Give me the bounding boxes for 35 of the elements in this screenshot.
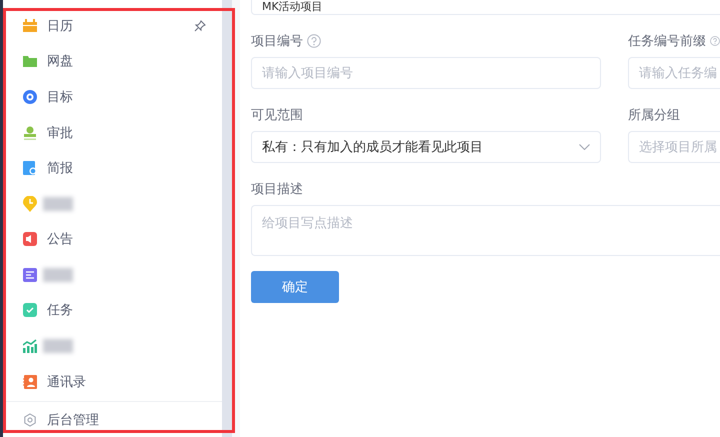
sidebar-item[interactable]: 简报	[3, 150, 222, 186]
select-field[interactable]: 私有：只有加入的成员才能看见此项目	[251, 131, 601, 163]
blurred-label	[43, 196, 73, 211]
location-pin-icon	[23, 196, 37, 212]
list-icon	[23, 268, 37, 282]
stamp-icon	[23, 126, 37, 140]
sidebar-item[interactable]: 任务	[3, 292, 222, 328]
blurred-label	[43, 268, 73, 282]
settings-icon	[23, 412, 37, 427]
target-icon	[23, 90, 37, 104]
help-icon[interactable]	[710, 34, 720, 48]
speaker-icon	[23, 232, 37, 246]
folder-icon	[23, 55, 37, 68]
sidebar-item[interactable]: 公告	[3, 221, 222, 258]
blurred-label	[43, 338, 73, 353]
field-label: 任务编号前缀	[628, 33, 706, 50]
sidebar-item[interactable]: 通讯录	[3, 364, 222, 400]
field-label: 项目描述	[251, 181, 303, 198]
calendar-icon	[23, 19, 37, 32]
help-icon[interactable]	[307, 34, 321, 48]
field-label: 项目编号	[251, 33, 303, 50]
report-icon	[23, 161, 37, 176]
chevron-down-icon	[579, 144, 590, 150]
field-label: 可见范围	[251, 107, 303, 124]
contacts-icon	[23, 374, 37, 389]
sidebar-item[interactable]: 审批	[3, 114, 222, 150]
chart-icon	[23, 338, 37, 353]
sidebar-item[interactable]: 网盘	[3, 44, 222, 80]
project-name-field[interactable]: MK活动项目	[251, 0, 720, 15]
pin-icon[interactable]	[194, 20, 206, 32]
checkbox-icon	[23, 303, 37, 318]
field-label: 所属分组	[628, 107, 680, 124]
scrollbar[interactable]	[222, 0, 232, 437]
sidebar-item[interactable]: 日历	[3, 8, 222, 44]
sidebar-item[interactable]: 目标	[3, 79, 222, 115]
